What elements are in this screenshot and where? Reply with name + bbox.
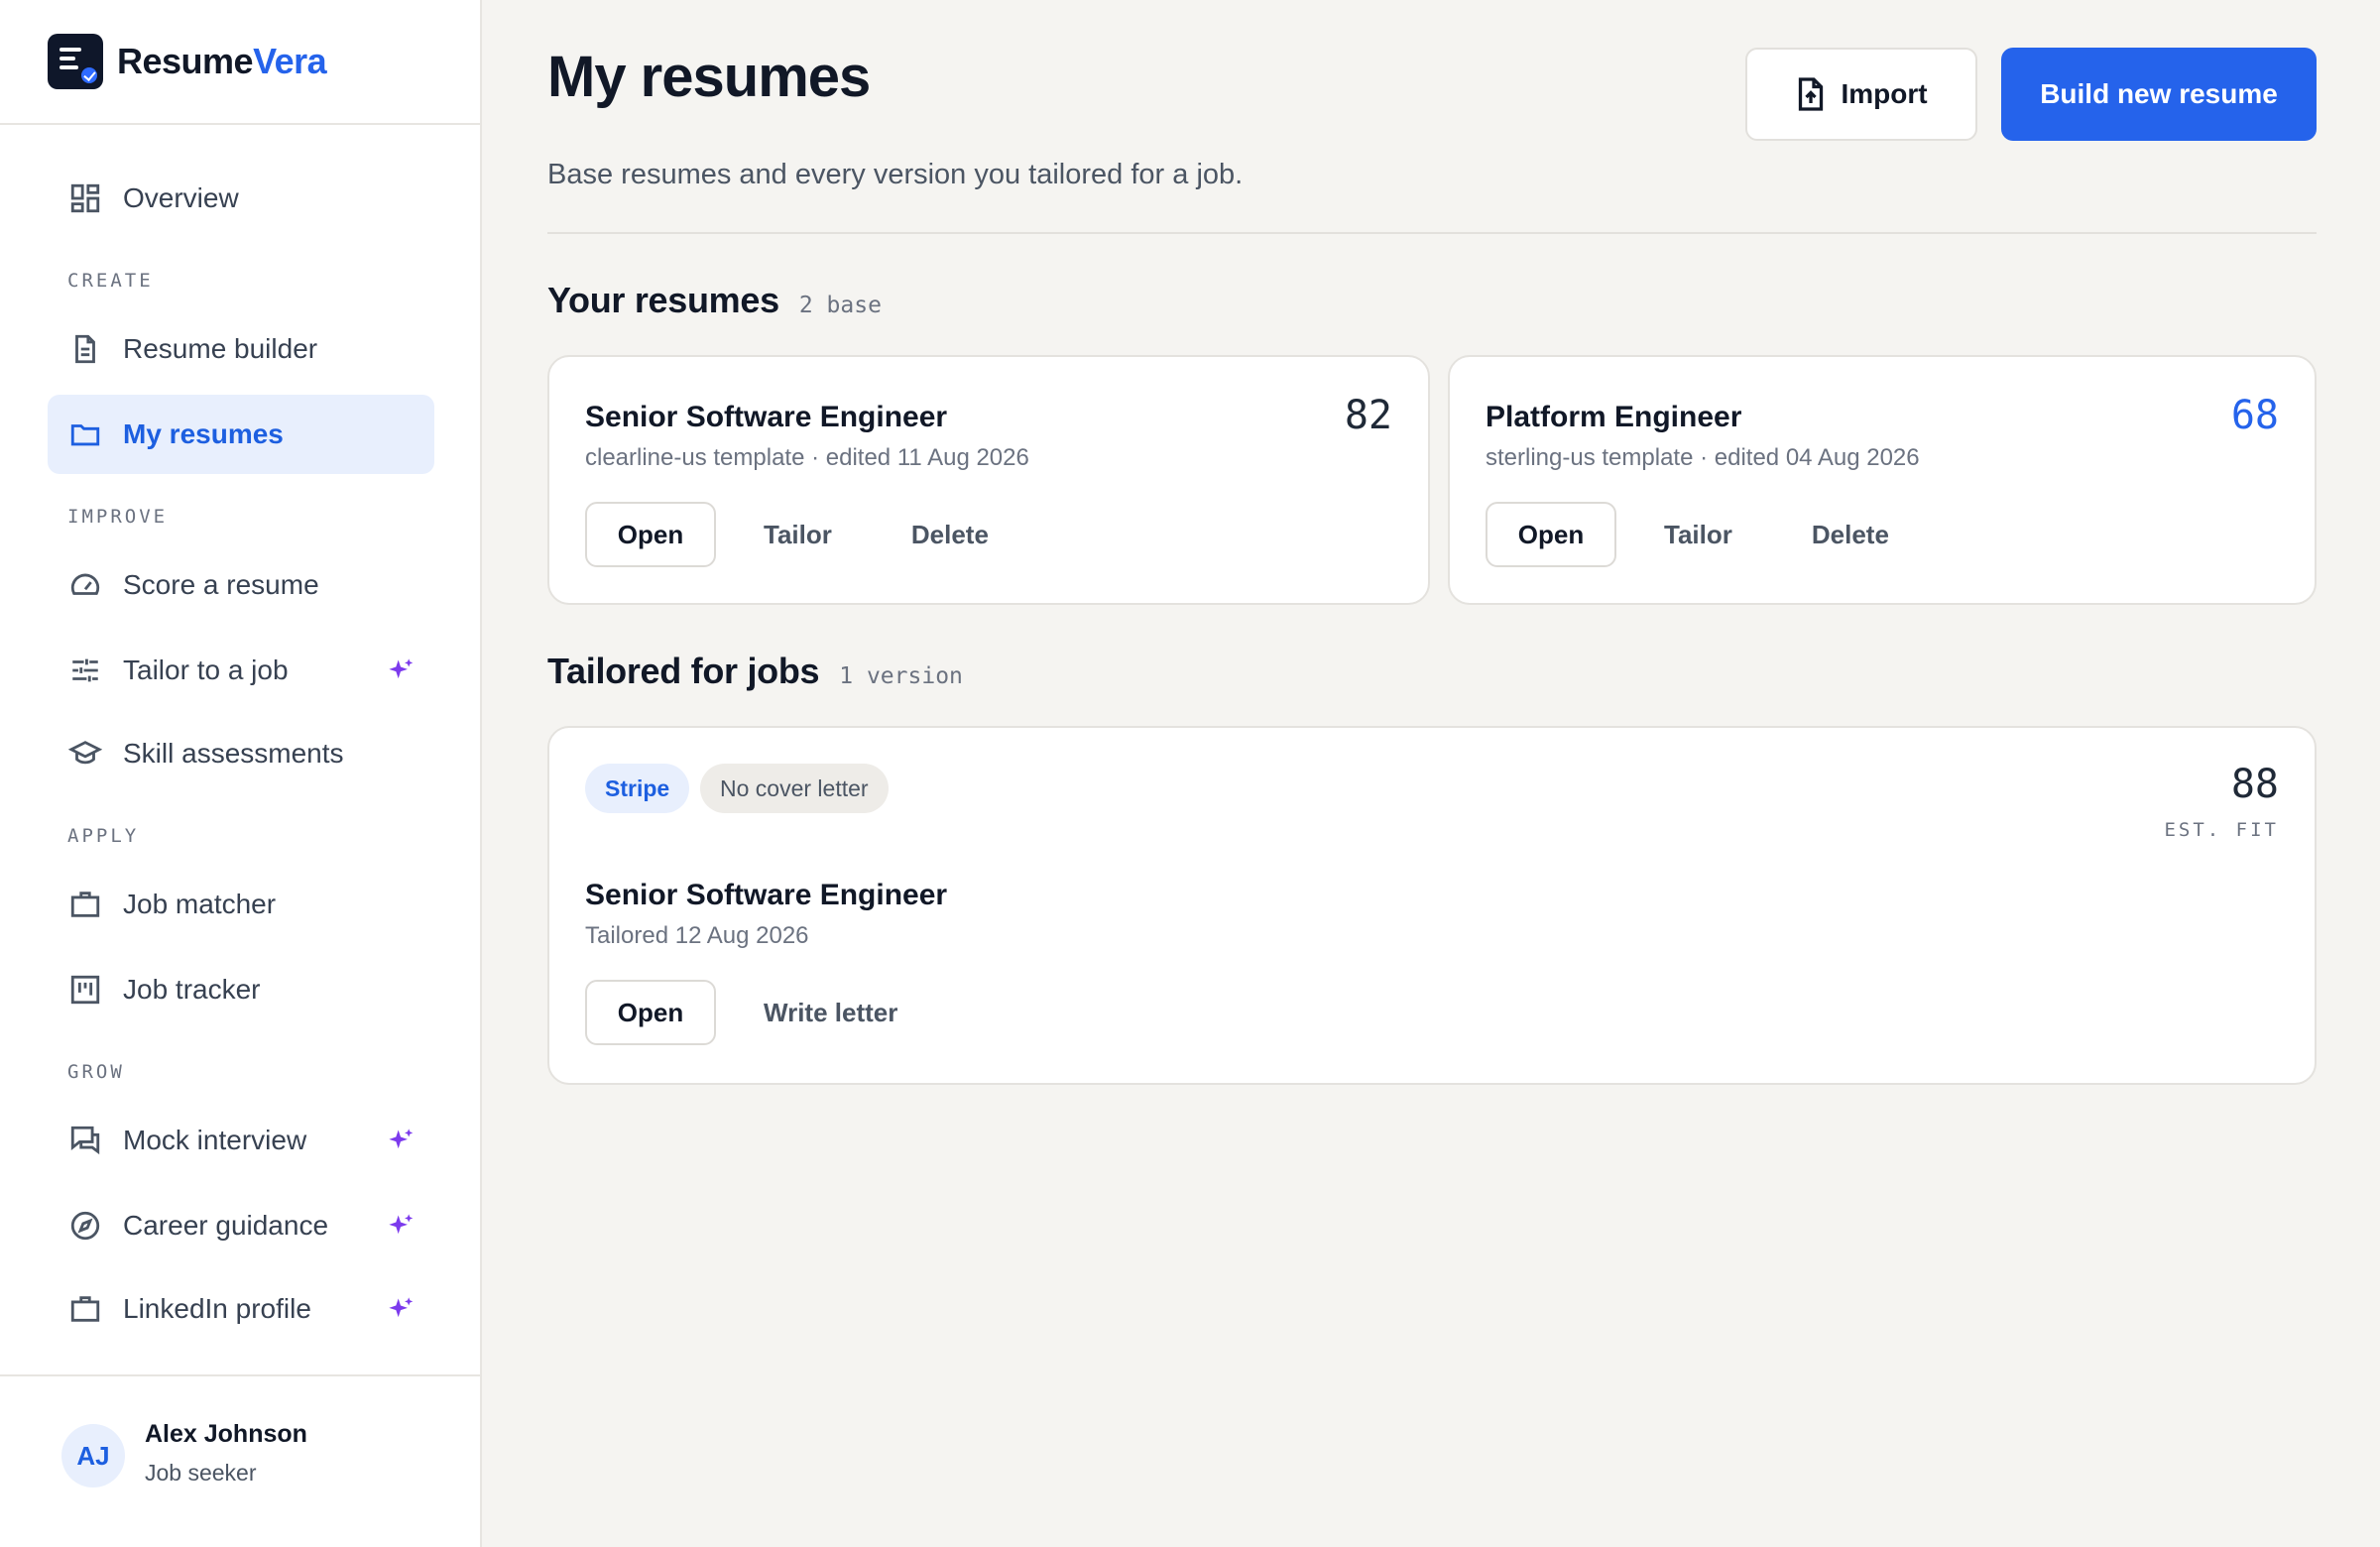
sidebar-item-label: Score a resume — [123, 569, 319, 600]
file-upload-icon — [1799, 77, 1824, 111]
resume-card[interactable]: Senior Software Engineer 82 clearline-us… — [547, 355, 1430, 605]
resume-title: Senior Software Engineer — [585, 879, 948, 911]
resume-actions: Open Write letter — [585, 980, 897, 1045]
sidebar-item-label: Career guidance — [123, 1210, 329, 1241]
brand-name-part2: Vera — [253, 41, 327, 81]
sidebar-item-label: Skill assessments — [123, 738, 344, 769]
tailored-resume-card[interactable]: Stripe No cover letter 88 EST. FIT Senio… — [547, 726, 2317, 1085]
brand-name: ResumeVera — [117, 41, 327, 82]
tailor-button[interactable]: Tailor — [764, 520, 832, 550]
sidebar-item-overview[interactable]: Overview — [48, 159, 434, 238]
resume-title: Platform Engineer — [1486, 401, 1742, 433]
company-badge: Stripe — [585, 764, 690, 813]
resume-meta: Tailored 12 Aug 2026 — [585, 922, 809, 949]
user-profile[interactable]: AJ Alex Johnson Job seeker — [0, 1374, 480, 1547]
gauge-icon — [67, 567, 103, 603]
build-new-resume-button[interactable]: Build new resume — [2001, 48, 2317, 141]
sparkle-icon — [387, 1212, 415, 1240]
tailored-header: Tailored for jobs 1 version — [547, 651, 963, 692]
fit-score-label: EST. FIT — [2164, 819, 2279, 841]
sidebar-item-label: Job tracker — [123, 974, 261, 1005]
fit-score: 88 — [2230, 762, 2279, 807]
sidebar-item-label: LinkedIn profile — [123, 1293, 311, 1324]
briefcase-icon — [67, 887, 103, 922]
user-name: Alex Johnson — [145, 1420, 307, 1448]
kanban-icon — [67, 972, 103, 1008]
sidebar-item-linkedin-profile[interactable]: LinkedIn profile — [48, 1269, 434, 1349]
sliders-icon — [67, 653, 103, 688]
user-role: Job seeker — [145, 1460, 257, 1486]
tailor-button[interactable]: Tailor — [1664, 520, 1732, 550]
delete-button[interactable]: Delete — [1812, 520, 1889, 550]
section-count: 2 base — [798, 293, 882, 318]
resume-actions: Open Tailor Delete — [1486, 502, 1889, 567]
open-button[interactable]: Open — [585, 980, 716, 1045]
sparkle-icon — [387, 656, 415, 684]
resume-meta: clearline-us template · edited 11 Aug 20… — [585, 444, 1029, 471]
import-button[interactable]: Import — [1745, 48, 1977, 141]
section-label-improve: IMPROVE — [67, 506, 169, 528]
sidebar-item-label: Mock interview — [123, 1125, 307, 1155]
sidebar-item-label: Overview — [123, 182, 239, 213]
delete-button[interactable]: Delete — [911, 520, 989, 550]
sidebar-item-label: My resumes — [123, 418, 284, 449]
cover-letter-badge: No cover letter — [700, 764, 889, 813]
sidebar-item-job-tracker[interactable]: Job tracker — [48, 950, 434, 1029]
page-subtitle: Base resumes and every version you tailo… — [547, 159, 1244, 190]
sidebar-item-job-matcher[interactable]: Job matcher — [48, 865, 434, 944]
header-divider — [547, 232, 2317, 234]
open-button[interactable]: Open — [1486, 502, 1616, 567]
sidebar-item-mock-interview[interactable]: Mock interview — [48, 1101, 434, 1180]
graduation-cap-icon — [67, 736, 103, 772]
section-title: Your resumes — [547, 280, 779, 320]
sidebar-item-label: Resume builder — [123, 333, 318, 364]
sparkle-icon — [387, 1295, 415, 1323]
your-resumes-header: Your resumes 2 base — [547, 280, 882, 321]
briefcase-icon — [67, 1291, 103, 1327]
open-button[interactable]: Open — [585, 502, 716, 567]
compass-icon — [67, 1208, 103, 1244]
sidebar-item-career-guidance[interactable]: Career guidance — [48, 1186, 434, 1265]
resume-actions: Open Tailor Delete — [585, 502, 989, 567]
sparkle-icon — [387, 1127, 415, 1154]
section-label-grow: GROW — [67, 1061, 125, 1083]
page-title: My resumes — [547, 45, 871, 109]
resume-title: Senior Software Engineer — [585, 401, 948, 433]
section-count: 1 version — [839, 663, 963, 689]
dashboard-icon — [67, 180, 103, 216]
chat-icon — [67, 1123, 103, 1158]
document-icon — [67, 331, 103, 367]
main-content: My resumes Base resumes and every versio… — [482, 0, 2380, 1547]
sidebar-item-skill-assessments[interactable]: Skill assessments — [48, 714, 434, 793]
resume-score: 82 — [1344, 393, 1392, 438]
resumevera-logo-icon — [48, 34, 103, 89]
sidebar-item-label: Job matcher — [123, 889, 277, 919]
brand-name-part1: Resume — [117, 41, 254, 81]
section-label-apply: APPLY — [67, 825, 140, 847]
section-title: Tailored for jobs — [547, 651, 820, 691]
folder-icon — [67, 416, 103, 452]
sidebar: ResumeVera Overview CREATE Resume builde… — [0, 0, 482, 1547]
import-label: Import — [1841, 78, 1928, 109]
section-label-create: CREATE — [67, 270, 154, 292]
sidebar-item-my-resumes[interactable]: My resumes — [48, 395, 434, 474]
sidebar-item-resume-builder[interactable]: Resume builder — [48, 309, 434, 389]
sidebar-item-score-resume[interactable]: Score a resume — [48, 545, 434, 625]
write-letter-button[interactable]: Write letter — [764, 998, 897, 1028]
resume-meta: sterling-us template · edited 04 Aug 202… — [1486, 444, 1920, 471]
avatar: AJ — [61, 1424, 125, 1488]
resume-score: 68 — [2230, 393, 2279, 438]
resume-card[interactable]: Platform Engineer 68 sterling-us templat… — [1448, 355, 2317, 605]
sidebar-item-tailor-job[interactable]: Tailor to a job — [48, 631, 434, 710]
brand[interactable]: ResumeVera — [0, 0, 480, 125]
sidebar-item-label: Tailor to a job — [123, 654, 289, 685]
